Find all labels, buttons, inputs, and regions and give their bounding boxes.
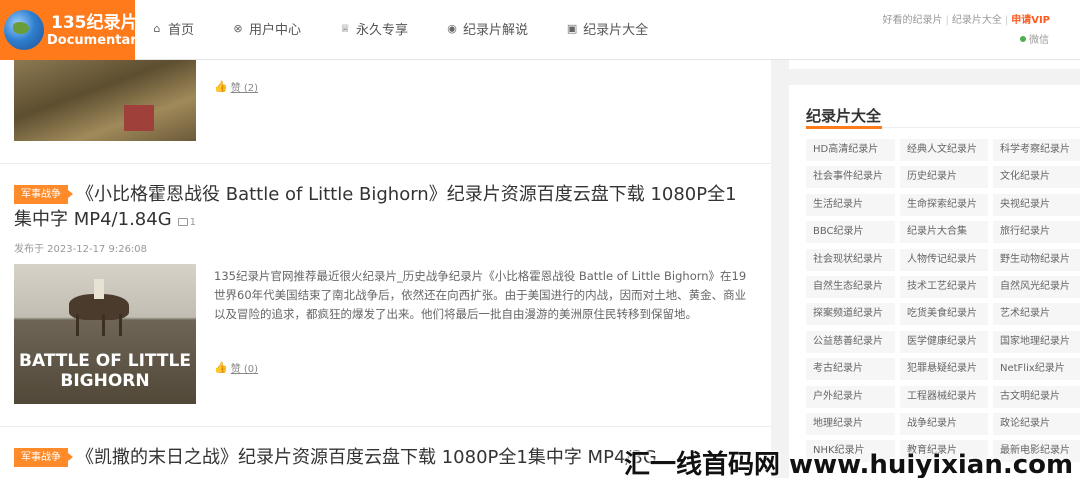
- tag-link[interactable]: 地理纪录片: [806, 413, 895, 435]
- tag-link[interactable]: 生活纪录片: [806, 193, 895, 216]
- thumbs-up-icon: 👍: [214, 361, 228, 374]
- like-count: 赞 (2): [230, 83, 259, 94]
- post-thumbnail[interactable]: [14, 60, 196, 141]
- like-button[interactable]: 👍 赞 (0): [214, 360, 258, 375]
- tag-link[interactable]: BBC纪录片: [806, 221, 895, 244]
- nav-label: 永久专享: [356, 23, 409, 38]
- tag-link[interactable]: HD高清纪录片: [806, 139, 895, 161]
- separator: |: [945, 15, 949, 26]
- site-logo[interactable]: 135纪录片 Documentary: [0, 0, 145, 60]
- tag-link[interactable]: 战争纪录片: [900, 413, 988, 435]
- user-center-icon: ⊗: [233, 22, 243, 35]
- nav-item-commentary[interactable]: ◉ 纪录片解说: [446, 19, 528, 38]
- wechat-link[interactable]: 微信: [1020, 31, 1049, 46]
- header-link-good-docs[interactable]: 好看的纪录片: [882, 15, 942, 26]
- wechat-label: 微信: [1029, 35, 1049, 46]
- broadcast-icon: ◉: [447, 22, 457, 35]
- sidebar-widget-top: [789, 60, 1080, 69]
- watermark: 汇一线首码网 www.huiyixian.com: [624, 450, 1074, 478]
- globe-icon: [4, 10, 44, 50]
- tag-link[interactable]: 工程器械纪录片: [900, 385, 988, 408]
- tag-link[interactable]: 科学考察纪录片: [993, 139, 1080, 161]
- wechat-dot-icon: [1020, 35, 1026, 42]
- logo-subtitle: Documentary: [47, 33, 146, 48]
- tag-link[interactable]: 社会事件纪录片: [806, 166, 895, 189]
- tag-link[interactable]: 生命探索纪录片: [900, 193, 988, 216]
- post-title[interactable]: 《小比格霍恩战役 Battle of Little Bighorn》纪录片资源百…: [14, 182, 754, 235]
- divider: [0, 426, 771, 427]
- horse-leg: [102, 314, 105, 336]
- image-count-value: 1: [189, 217, 197, 228]
- category-badge[interactable]: 军事战争: [14, 448, 73, 467]
- tag-link[interactable]: 央视纪录片: [993, 193, 1080, 216]
- vip-link[interactable]: 申请VIP: [1011, 15, 1050, 26]
- like-button[interactable]: 👍 赞 (2): [214, 79, 258, 94]
- nav-item-user-center[interactable]: ⊗ 用户中心: [232, 19, 301, 38]
- nav-label: 纪录片解说: [463, 23, 529, 38]
- tag-link[interactable]: 野生动物纪录片: [993, 248, 1080, 271]
- tag-link[interactable]: 社会现状纪录片: [806, 248, 895, 271]
- post-title[interactable]: 《凯撒的末日之战》纪录片资源百度云盘下载 1080P全1集中字 MP4/3G: [76, 445, 657, 470]
- tag-link[interactable]: 公益慈善纪录片: [806, 330, 895, 353]
- post-title-text[interactable]: 《小比格霍恩战役 Battle of Little Bighorn》纪录片资源百…: [14, 184, 737, 230]
- tag-link[interactable]: 文化纪录片: [993, 166, 1080, 189]
- separator: |: [1004, 15, 1009, 26]
- logo-title: 135纪录片: [51, 13, 138, 33]
- nav-item-catalog[interactable]: ▣ 纪录片大全: [566, 19, 648, 38]
- post-excerpt: 135纪录片官网推荐最近很火纪录片_历史战争纪录片《小比格霍恩战役 Battle…: [214, 269, 747, 321]
- tag-link[interactable]: 自然生态纪录片: [806, 276, 895, 298]
- like-count: 赞 (0): [230, 364, 259, 375]
- home-icon: ⌂: [153, 22, 161, 35]
- nav-item-home[interactable]: ⌂ 首页: [151, 19, 195, 38]
- image-count: 1: [177, 217, 197, 228]
- tag-link[interactable]: 古文明纪录片: [993, 385, 1080, 408]
- horse-leg: [119, 314, 122, 336]
- nav-label: 纪录片大全: [583, 23, 649, 38]
- tag-link[interactable]: 考古纪录片: [806, 358, 895, 381]
- nav-label: 首页: [168, 23, 195, 38]
- tag-link[interactable]: 旅行纪录片: [993, 221, 1080, 244]
- list-icon: ▣: [566, 22, 578, 35]
- nav-item-permanent[interactable]: ♕ 永久专享: [339, 19, 408, 38]
- tag-link[interactable]: 人物传记纪录片: [900, 248, 988, 271]
- sidebar-title: 纪录片大全: [806, 107, 882, 125]
- tag-link[interactable]: 历史纪录片: [900, 166, 988, 189]
- header-link-catalog[interactable]: 纪录片大全: [952, 15, 1002, 26]
- header-links: 好看的纪录片 | 纪录片大全 | 申请VIP: [882, 11, 1050, 26]
- site-header: 135纪录片 Documentary ⌂ 首页 ⊗ 用户中心 ♕ 永久专享 ◉ …: [0, 0, 1080, 60]
- tag-link[interactable]: 吃货美食纪录片: [900, 303, 988, 326]
- tag-link[interactable]: 户外纪录片: [806, 385, 895, 408]
- rider-figure: [94, 279, 104, 299]
- nav-label: 用户中心: [249, 23, 302, 38]
- tag-link[interactable]: 纪录片大合集: [900, 221, 988, 244]
- trophy-icon: ♕: [340, 22, 350, 35]
- tag-link[interactable]: 艺术纪录片: [993, 303, 1080, 326]
- title-underline: [806, 126, 882, 129]
- tag-link[interactable]: NetFlix纪录片: [993, 358, 1080, 381]
- thumbnail-title: BATTLE OF LITTLE BIGHORN: [19, 351, 191, 391]
- tag-link[interactable]: 医学健康纪录片: [900, 330, 988, 353]
- tag-link[interactable]: 国家地理纪录片: [993, 330, 1080, 353]
- tag-link[interactable]: 经典人文纪录片: [900, 139, 988, 161]
- post-thumbnail[interactable]: BATTLE OF LITTLE BIGHORN: [14, 264, 196, 404]
- post-list: 👍 赞 (2) 军事战争 《小比格霍恩战役 Battle of Little B…: [0, 60, 771, 478]
- divider: [0, 163, 771, 164]
- tag-link[interactable]: 自然风光纪录片: [993, 276, 1080, 298]
- horse-leg: [76, 314, 79, 336]
- image-icon: [177, 218, 188, 226]
- tag-link[interactable]: 犯罪悬疑纪录片: [900, 358, 988, 381]
- tag-link[interactable]: 探案频道纪录片: [806, 303, 895, 326]
- thumbs-up-icon: 👍: [214, 80, 228, 93]
- post-date: 发布于 2023-12-17 9:26:08: [14, 244, 148, 255]
- main-nav: ⌂ 首页 ⊗ 用户中心 ♕ 永久专享 ◉ 纪录片解说 ▣ 纪录片大全: [151, 19, 686, 38]
- tag-link[interactable]: 政论纪录片: [993, 413, 1080, 435]
- tag-link[interactable]: 技术工艺纪录片: [900, 276, 988, 298]
- sidebar-catalog: 纪录片大全 HD高清纪录片 经典人文纪录片 科学考察纪录片社会事件纪录片 历史纪录片文…: [789, 85, 1080, 478]
